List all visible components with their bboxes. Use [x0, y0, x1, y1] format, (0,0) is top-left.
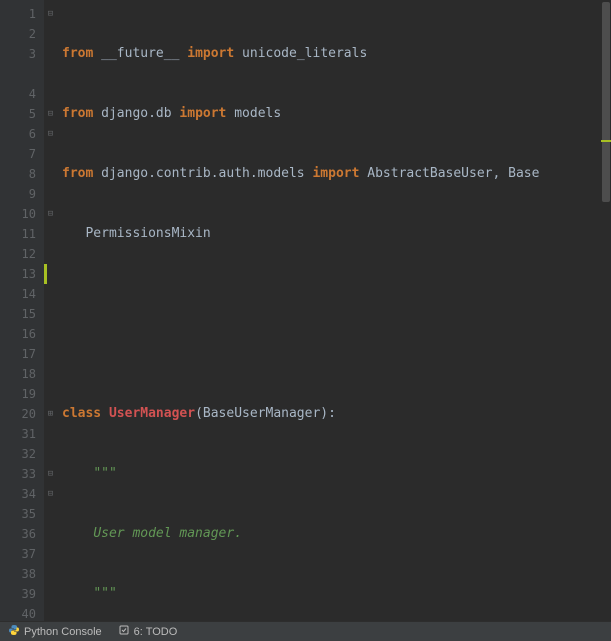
python-console-label: Python Console [24, 626, 102, 638]
fold-column[interactable]: ⊟⊟⊟⊟⊞⊟⊟ [44, 0, 58, 621]
fold-toggle[interactable] [44, 324, 57, 344]
fold-toggle[interactable] [44, 584, 57, 604]
fold-toggle[interactable] [44, 44, 57, 64]
fold-toggle[interactable] [44, 444, 57, 464]
line-number[interactable]: 10 [0, 204, 36, 224]
fold-toggle[interactable] [44, 564, 57, 584]
fold-toggle[interactable] [44, 84, 57, 104]
code-line: from django.contrib.auth.models import A… [62, 164, 611, 184]
fold-toggle[interactable] [44, 144, 57, 164]
code-line [62, 344, 611, 364]
fold-toggle[interactable] [44, 504, 57, 524]
line-number[interactable]: 12 [0, 244, 36, 264]
code-line: User model manager. [62, 524, 611, 544]
line-number[interactable]: 19 [0, 384, 36, 404]
line-number[interactable]: 7 [0, 144, 36, 164]
fold-toggle[interactable] [44, 164, 57, 184]
line-number[interactable]: 3 [0, 44, 36, 64]
line-number-gutter[interactable]: 1234567891011121314151617181920313233343… [0, 0, 44, 621]
fold-toggle[interactable] [44, 64, 57, 84]
code-line: """ [62, 584, 611, 604]
python-console-tab[interactable]: Python Console [0, 622, 110, 641]
line-number[interactable]: 6 [0, 124, 36, 144]
fold-toggle[interactable] [44, 284, 57, 304]
todo-tab[interactable]: 6: TODO [110, 622, 186, 641]
fold-toggle[interactable] [44, 384, 57, 404]
line-number[interactable]: 2 [0, 24, 36, 44]
line-number[interactable]: 33 [0, 464, 36, 484]
todo-label: 6: TODO [134, 626, 178, 638]
fold-toggle[interactable]: ⊟ [44, 204, 57, 224]
vertical-scrollbar[interactable] [601, 0, 611, 621]
line-number[interactable]: 11 [0, 224, 36, 244]
todo-icon [118, 624, 130, 639]
line-number[interactable]: 9 [0, 184, 36, 204]
code-line: """ [62, 464, 611, 484]
code-line [62, 284, 611, 304]
line-number[interactable]: 14 [0, 284, 36, 304]
line-number[interactable]: 1 [0, 4, 36, 24]
line-number[interactable]: 36 [0, 524, 36, 544]
status-bar: Python Console 6: TODO [0, 621, 611, 641]
fold-toggle[interactable] [44, 304, 57, 324]
code-editor[interactable]: from __future__ import unicode_literals … [58, 0, 611, 621]
line-number[interactable]: 4 [0, 84, 36, 104]
line-number[interactable]: 17 [0, 344, 36, 364]
line-number[interactable]: 16 [0, 324, 36, 344]
line-number[interactable]: 38 [0, 564, 36, 584]
fold-toggle[interactable] [44, 364, 57, 384]
fold-toggle[interactable] [44, 24, 57, 44]
line-number[interactable]: 39 [0, 584, 36, 604]
line-number[interactable]: 15 [0, 304, 36, 324]
line-number[interactable]: 35 [0, 504, 36, 524]
code-line: class UserManager(BaseUserManager): [62, 404, 611, 424]
line-number[interactable]: 34 [0, 484, 36, 504]
fold-toggle[interactable] [44, 244, 57, 264]
fold-toggle[interactable] [44, 344, 57, 364]
line-number[interactable] [0, 64, 36, 84]
line-number[interactable]: 18 [0, 364, 36, 384]
code-line: from __future__ import unicode_literals [62, 44, 611, 64]
scroll-thumb[interactable] [602, 2, 610, 202]
scroll-marker[interactable] [601, 140, 611, 142]
fold-toggle[interactable] [44, 224, 57, 244]
line-number[interactable]: 37 [0, 544, 36, 564]
change-marker [44, 264, 47, 284]
fold-toggle[interactable] [44, 424, 57, 444]
line-number[interactable]: 32 [0, 444, 36, 464]
fold-toggle[interactable]: ⊟ [44, 4, 57, 24]
code-line: PermissionsMixin [62, 224, 611, 244]
fold-toggle[interactable] [44, 524, 57, 544]
line-number[interactable]: 5 [0, 104, 36, 124]
line-number[interactable]: 31 [0, 424, 36, 444]
fold-toggle[interactable]: ⊞ [44, 404, 57, 424]
fold-toggle[interactable] [44, 544, 57, 564]
code-line: from django.db import models [62, 104, 611, 124]
fold-toggle[interactable]: ⊟ [44, 104, 57, 124]
line-number[interactable]: 8 [0, 164, 36, 184]
line-number[interactable]: 13 [0, 264, 36, 284]
fold-toggle[interactable]: ⊟ [44, 484, 57, 504]
fold-toggle[interactable] [44, 184, 57, 204]
fold-toggle[interactable]: ⊟ [44, 464, 57, 484]
editor-area: 1234567891011121314151617181920313233343… [0, 0, 611, 621]
python-icon [8, 624, 20, 639]
fold-toggle[interactable]: ⊟ [44, 124, 57, 144]
line-number[interactable]: 20 [0, 404, 36, 424]
